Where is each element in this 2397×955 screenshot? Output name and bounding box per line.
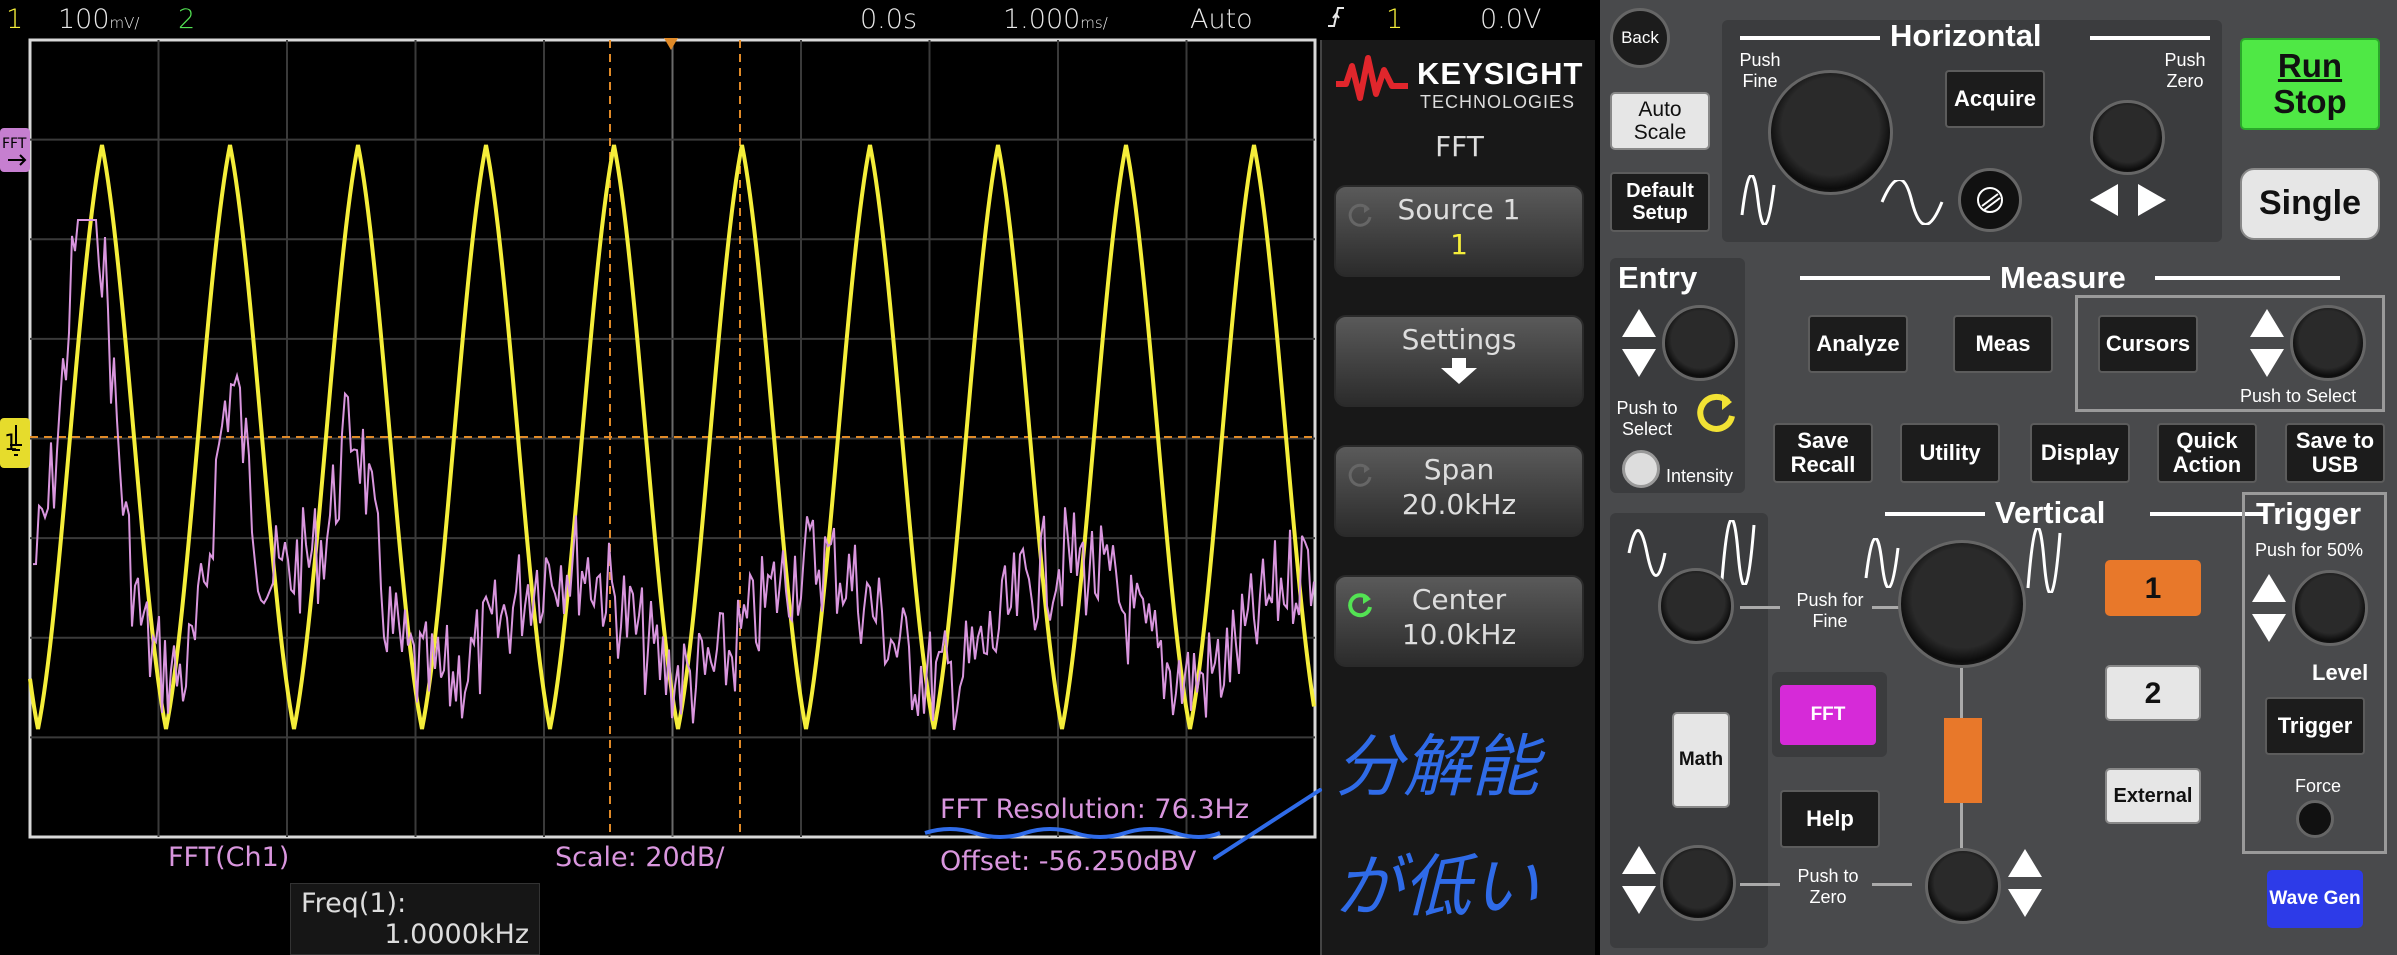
push-for-50-label: Push for 50% bbox=[2255, 540, 2364, 560]
trigger-button[interactable]: Trigger bbox=[2265, 697, 2365, 755]
push-select-icon bbox=[1697, 393, 1735, 432]
horizontal-rule-right bbox=[2090, 36, 2210, 40]
force-button[interactable] bbox=[2296, 800, 2334, 838]
sine-narrow-icon bbox=[1740, 175, 1776, 225]
utility-button[interactable]: Utility bbox=[1900, 423, 2000, 483]
back-button-label: Back bbox=[1621, 28, 1659, 47]
horizontal-rule-left bbox=[1740, 36, 1880, 40]
sine-tall-icon bbox=[2026, 528, 2062, 593]
run-stop-label-stop: Stop bbox=[2273, 83, 2347, 120]
handwritten-text-line-1: 分解能 bbox=[1335, 728, 1546, 807]
horizontal-scale-knob[interactable] bbox=[1768, 70, 1893, 195]
save-recall-button[interactable]: Save Recall bbox=[1773, 423, 1873, 483]
run-stop-button[interactable]: Run Stop bbox=[2240, 38, 2380, 130]
navigate-icon bbox=[1977, 187, 2003, 213]
measure-rule-right bbox=[2155, 276, 2340, 280]
acquire-button[interactable]: Acquire bbox=[1945, 70, 2045, 128]
horizontal-title: Horizontal bbox=[1890, 18, 2042, 53]
single-button[interactable]: Single bbox=[2240, 168, 2380, 240]
entry-title: Entry bbox=[1618, 260, 1698, 295]
channel-2-button[interactable]: 2 bbox=[2105, 665, 2201, 721]
measure-rule-left bbox=[1800, 276, 1990, 280]
sine-narrow-icon bbox=[1864, 538, 1900, 588]
oscilloscope-screen: 1 100mV/ 2 0.0s 1.000ms/ Auto 1 0.0V FFT… bbox=[0, 0, 1600, 955]
vertical-scale-knob[interactable] bbox=[1898, 540, 2026, 668]
connector-line-4 bbox=[1872, 883, 1912, 886]
front-panel: Back Auto Scale Default Setup Horizontal… bbox=[1600, 0, 2397, 955]
intensity-label: Intensity bbox=[1666, 466, 1734, 486]
up-down-arrows-icon bbox=[1622, 309, 1656, 377]
save-to-usb-button[interactable]: Save to USB bbox=[2285, 423, 2385, 483]
vertical-title: Vertical bbox=[1995, 495, 2106, 530]
cursors-knob[interactable] bbox=[2290, 305, 2366, 381]
connector-line-3 bbox=[1740, 883, 1780, 886]
left-right-arrows-icon bbox=[2090, 184, 2166, 216]
push-for-fine-label: Push for Fine bbox=[1796, 590, 1864, 631]
display-button[interactable]: Display bbox=[2030, 423, 2130, 483]
trigger-level-knob[interactable] bbox=[2292, 570, 2368, 646]
quick-action-button[interactable]: Quick Action bbox=[2157, 423, 2257, 483]
measure-title: Measure bbox=[2000, 260, 2126, 295]
sine-tall-icon bbox=[1720, 520, 1756, 585]
entry-knob[interactable] bbox=[1662, 305, 1738, 381]
channel-1-indicator-bar bbox=[1944, 718, 1982, 803]
level-label: Level bbox=[2312, 660, 2369, 685]
push-fine-label: Push Fine bbox=[1739, 50, 1781, 91]
push-to-select-label: Push to Select bbox=[1616, 398, 1678, 439]
up-down-arrows-icon bbox=[1622, 846, 1656, 914]
external-button[interactable]: External bbox=[2105, 768, 2201, 824]
handwritten-pointer-line bbox=[1213, 788, 1322, 860]
force-label: Force bbox=[2295, 776, 2342, 796]
cursors-button[interactable]: Cursors bbox=[2098, 315, 2198, 373]
default-setup-button[interactable]: Default Setup bbox=[1610, 172, 1710, 232]
math-offset-knob[interactable] bbox=[1660, 845, 1736, 921]
meas-button[interactable]: Meas bbox=[1953, 315, 2053, 373]
math-button[interactable]: Math bbox=[1672, 712, 1730, 808]
channel-1-button[interactable]: 1 bbox=[2105, 560, 2201, 616]
auto-scale-button[interactable]: Auto Scale bbox=[1610, 92, 1710, 150]
help-button[interactable]: Help bbox=[1780, 790, 1880, 848]
push-to-zero-label: Push to Zero bbox=[1797, 866, 1859, 907]
run-stop-label-run: Run bbox=[2277, 46, 2343, 84]
wavegen-button[interactable]: Wave Gen bbox=[2267, 870, 2363, 928]
up-down-arrows-icon bbox=[2250, 309, 2284, 377]
connector-line bbox=[1740, 606, 1780, 609]
horizontal-position-knob[interactable] bbox=[2090, 100, 2165, 175]
fft-button[interactable]: FFT bbox=[1780, 685, 1876, 745]
vertical-position-knob[interactable] bbox=[1925, 848, 2001, 924]
sine-wide-icon bbox=[1880, 180, 1944, 225]
up-down-arrows-icon bbox=[2008, 849, 2042, 917]
trigger-title: Trigger bbox=[2256, 496, 2362, 531]
sine-narrow-icon bbox=[1627, 529, 1667, 577]
up-down-arrows-icon bbox=[2252, 574, 2286, 642]
intensity-button[interactable] bbox=[1622, 450, 1660, 488]
push-zero-label: Push Zero bbox=[2164, 50, 2206, 91]
vertical-rule-left bbox=[1885, 512, 1985, 516]
push-to-select-label-2: Push to Select bbox=[2240, 386, 2357, 406]
handwritten-text-line-2: が低い bbox=[1335, 848, 1539, 927]
handwritten-annotation: 分解能 が低い bbox=[1213, 728, 1546, 927]
math-scale-knob[interactable] bbox=[1658, 568, 1734, 644]
analyze-button[interactable]: Analyze bbox=[1808, 315, 1908, 373]
